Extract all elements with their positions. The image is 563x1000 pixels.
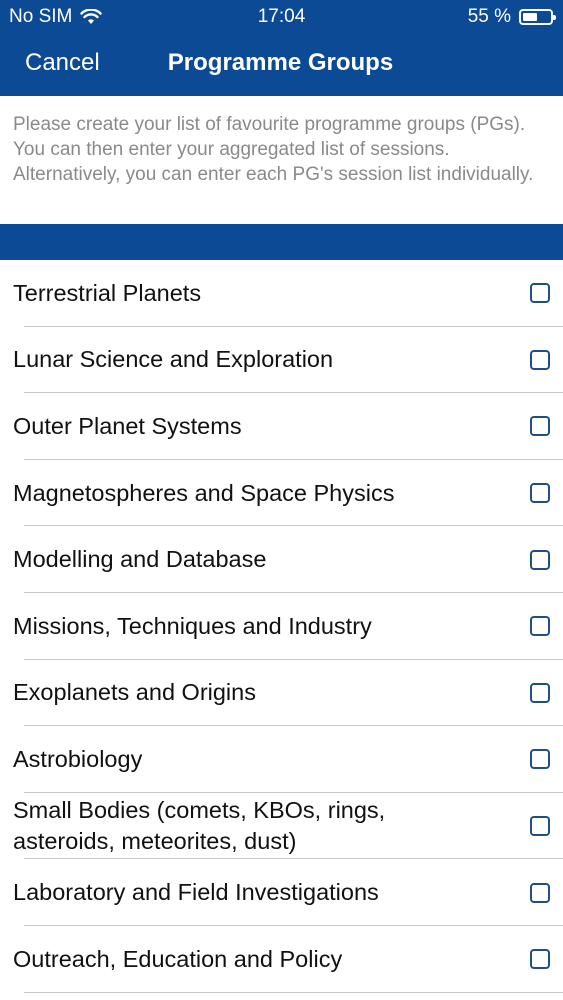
programme-group-row[interactable]: Outer Planet Systems [0,393,563,460]
intro-text: Please create your list of favourite pro… [13,114,534,185]
programme-group-row[interactable]: Terrestrial Planets [0,260,563,327]
programme-group-label: Laboratory and Field Investigations [13,879,379,906]
programme-group-row[interactable]: Astrobiology [0,726,563,793]
programme-group-label: Lunar Science and Exploration [13,346,334,373]
programme-group-label: Modelling and Database [13,546,267,573]
programme-group-row[interactable]: Magnetospheres and Space Physics [0,460,563,527]
page-title: Programme Groups [167,49,394,76]
programme-group-label: Missions, Techniques and Industry [13,612,372,639]
intro-panel: Please create your list of favourite pro… [0,96,563,224]
checkbox-icon[interactable] [530,549,550,570]
programme-group-row[interactable]: Small Bodies (comets, KBOs, rings, aster… [0,793,563,860]
checkbox-icon[interactable] [530,882,550,903]
programme-group-label: Astrobiology [13,745,143,772]
section-header-bar [0,224,563,260]
programme-group-label: Outer Planet Systems [13,412,242,439]
programme-group-label: Exoplanets and Origins [13,679,256,706]
checkbox-icon[interactable] [530,283,550,304]
battery-percent: 55 % [467,6,511,27]
programme-group-row[interactable]: Modelling and Database [0,526,563,593]
programme-group-row[interactable]: Laboratory and Field Investigations [0,859,563,926]
checkbox-icon[interactable] [530,749,550,770]
programme-group-row[interactable]: Missions, Techniques and Industry [0,593,563,660]
checkbox-icon[interactable] [530,416,550,437]
programme-group-label: Outreach, Education and Policy [13,945,343,972]
checkbox-icon[interactable] [530,616,550,637]
battery-icon [519,9,556,25]
battery-group: 55 % [467,6,556,28]
checkbox-icon[interactable] [530,949,550,970]
programme-group-label: Terrestrial Planets [13,279,202,306]
status-bar: No SIM 17:04 55 % [0,0,563,32]
battery-level-fill [523,13,537,21]
navigation-bar: Cancel Programme Groups [0,32,563,96]
checkbox-icon[interactable] [530,682,550,703]
checkbox-icon[interactable] [530,483,550,504]
programme-group-label: Small Bodies (comets, KBOs, rings, aster… [13,797,386,855]
checkbox-icon[interactable] [530,816,550,837]
programme-group-row[interactable]: Exoplanets and Origins [0,660,563,727]
programme-group-list: Terrestrial Planets Lunar Science and Exp… [0,260,563,993]
programme-group-label: Magnetospheres and Space Physics [13,479,395,506]
programme-group-row[interactable]: Lunar Science and Exploration [0,327,563,394]
checkbox-icon[interactable] [530,349,550,370]
programme-group-row[interactable]: Outreach, Education and Policy [0,926,563,993]
